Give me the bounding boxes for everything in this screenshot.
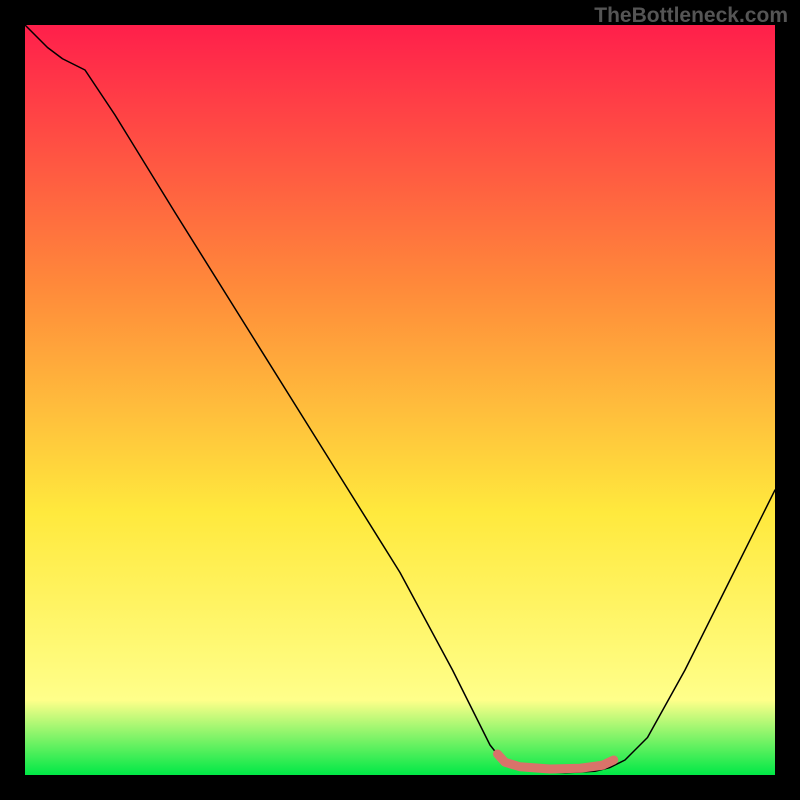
chart-area xyxy=(25,25,775,775)
gradient-background xyxy=(25,25,775,775)
watermark-text: TheBottleneck.com xyxy=(594,4,788,28)
bottleneck-chart xyxy=(25,25,775,775)
